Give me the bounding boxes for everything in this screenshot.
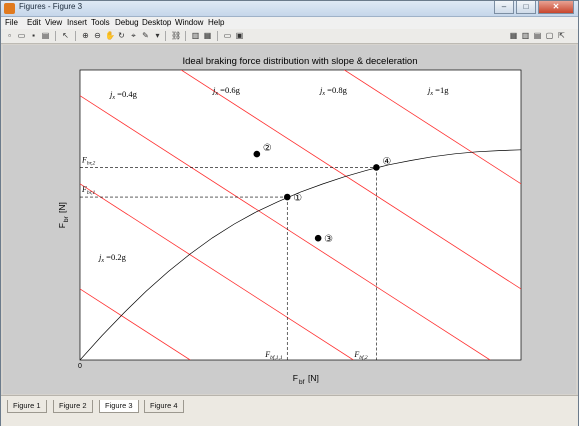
point-label-1: ① <box>293 193 302 204</box>
point-label-4: ④ <box>382 156 391 167</box>
plot-area <box>79 69 522 361</box>
menu-insert[interactable]: Insert <box>67 18 87 27</box>
open-icon[interactable]: ▭ <box>17 31 26 40</box>
chevron-down-icon[interactable]: ▾ <box>153 31 162 40</box>
new-icon[interactable]: ▫ <box>5 31 14 40</box>
svg-text:F: F <box>293 373 298 383</box>
pointer-icon[interactable]: ↖ <box>61 31 70 40</box>
menu-edit[interactable]: Edit <box>27 18 41 27</box>
svg-text:[N]: [N] <box>308 373 319 383</box>
print-icon[interactable]: ▤ <box>41 31 50 40</box>
tab-figure-1[interactable]: Figure 1 <box>7 400 47 413</box>
svg-text:[N]: [N] <box>57 202 67 213</box>
svg-text:br: br <box>63 215 70 222</box>
tab-figure-2[interactable]: Figure 2 <box>53 400 93 413</box>
figure-canvas: Ideal braking force distribution with sl… <box>3 45 576 394</box>
tab-figure-3[interactable]: Figure 3 <box>99 400 139 413</box>
title-bar: Figures - Figure 3 – □ ✕ <box>1 1 578 17</box>
zoom-in-icon[interactable]: ⊕ <box>81 31 90 40</box>
chart-svg: Ideal braking force distribution with sl… <box>3 45 576 394</box>
legend-icon[interactable]: ▦ <box>203 31 212 40</box>
point-4 <box>373 164 380 171</box>
maximize-button[interactable]: □ <box>516 1 536 14</box>
menu-view[interactable]: View <box>45 18 62 27</box>
close-button[interactable]: ✕ <box>538 1 574 14</box>
zoom-out-icon[interactable]: ⊖ <box>93 31 102 40</box>
figure-window: Figures - Figure 3 – □ ✕ File Edit View Ins… <box>0 0 579 426</box>
toolbar: ▫ ▭ ▪ ▤ ↖ ⊕ ⊖ ✋ ↻ ⌖ ✎ ▾ ⛓ ▥ ▦ ▭ ▣ ▦ ▥ ▤ … <box>1 29 578 44</box>
chart-title: Ideal braking force distribution with sl… <box>183 56 418 67</box>
plot-tools-icon[interactable]: ▣ <box>235 31 244 40</box>
matlab-icon <box>4 3 15 14</box>
brush-icon[interactable]: ✎ <box>141 31 150 40</box>
menu-desktop[interactable]: Desktop <box>142 18 171 27</box>
menu-file[interactable]: File <box>5 18 18 27</box>
figure-tab-bar: Figure 1 Figure 2 Figure 3 Figure 4 <box>1 395 578 426</box>
svg-text:bf: bf <box>299 379 305 386</box>
point-label-3: ③ <box>324 234 333 245</box>
window-title: Figures - Figure 3 <box>19 2 83 11</box>
x-tick-origin: 0 <box>78 363 82 370</box>
save-icon[interactable]: ▪ <box>29 31 38 40</box>
point-label-2: ② <box>263 143 272 154</box>
point-1 <box>283 193 291 201</box>
menu-help[interactable]: Help <box>208 18 224 27</box>
datacursor-icon[interactable]: ⌖ <box>129 31 138 40</box>
svg-text:F: F <box>57 223 67 228</box>
point-3 <box>314 234 322 242</box>
menu-window[interactable]: Window <box>175 18 203 27</box>
hide-tools-icon[interactable]: ▭ <box>223 31 232 40</box>
colorbar-icon[interactable]: ▥ <box>191 31 200 40</box>
undock-icon[interactable]: ⇱ <box>557 31 566 40</box>
dock-rows-icon[interactable]: ▤ <box>533 31 542 40</box>
rotate-icon[interactable]: ↻ <box>117 31 126 40</box>
point-2 <box>253 150 261 158</box>
dock-grid-icon[interactable]: ▦ <box>509 31 518 40</box>
link-icon[interactable]: ⛓ <box>171 31 181 40</box>
menu-tools[interactable]: Tools <box>91 18 110 27</box>
menu-debug[interactable]: Debug <box>115 18 139 27</box>
tab-figure-4[interactable]: Figure 4 <box>144 400 184 413</box>
menu-bar: File Edit View Insert Tools Debug Desktop Windo… <box>1 17 578 29</box>
minimize-button[interactable]: – <box>494 1 514 14</box>
dock-cols-icon[interactable]: ▥ <box>521 31 530 40</box>
pan-icon[interactable]: ✋ <box>105 31 115 40</box>
dock-single-icon[interactable]: ▢ <box>545 31 554 40</box>
